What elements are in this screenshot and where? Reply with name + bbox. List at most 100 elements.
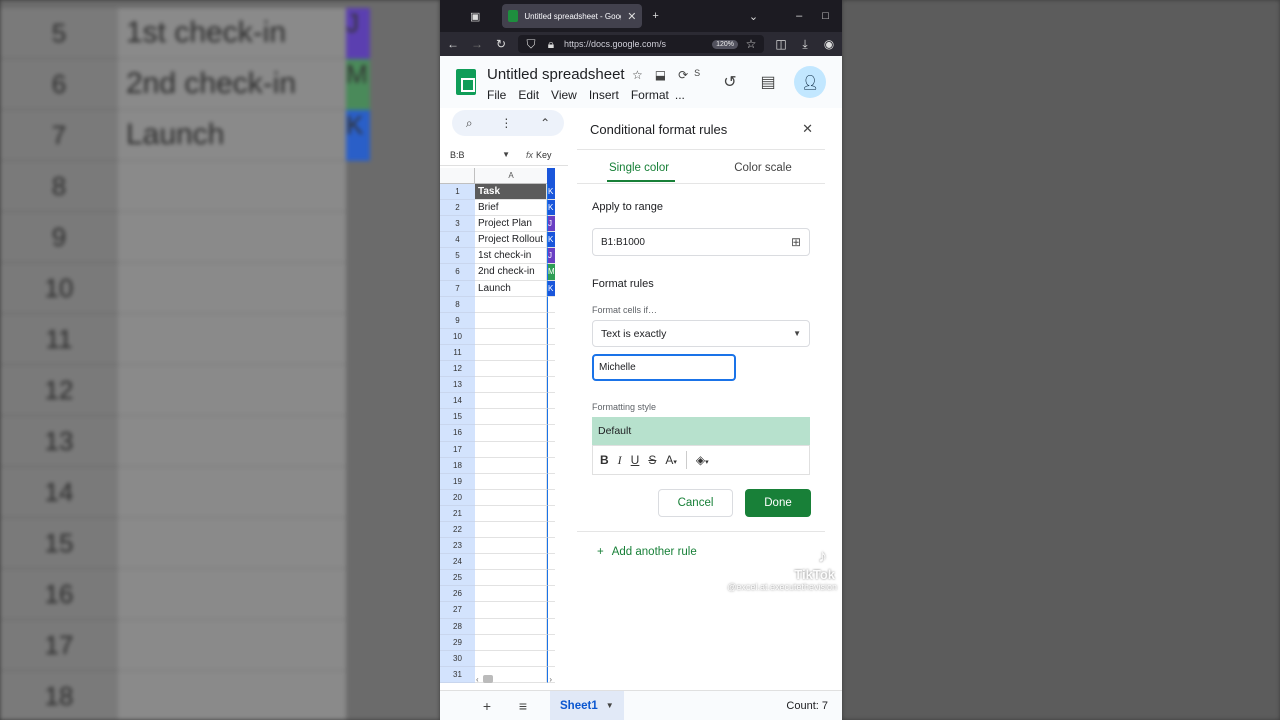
row-header[interactable]: 27 — [440, 602, 475, 619]
italic-icon[interactable]: I — [618, 453, 622, 468]
row-header[interactable]: 28 — [440, 618, 475, 635]
menu-view[interactable]: View — [551, 88, 577, 102]
row-header[interactable]: 6 — [440, 264, 475, 281]
row-header[interactable]: 11 — [440, 344, 475, 362]
row-header[interactable]: 22 — [440, 521, 475, 539]
cell-a[interactable] — [475, 602, 547, 619]
row-header[interactable]: 13 — [440, 377, 475, 394]
sync-status-icon[interactable]: ⟳ — [678, 68, 688, 82]
more-vert-icon[interactable]: ⋮ — [500, 116, 512, 130]
cell-b[interactable] — [547, 425, 555, 442]
cell-b[interactable]: J — [547, 216, 555, 233]
cell-a[interactable] — [475, 505, 547, 522]
cell-a[interactable] — [475, 377, 547, 394]
horizontal-scrollbar[interactable]: ‹ › — [476, 674, 552, 684]
row-header[interactable]: 4 — [440, 232, 475, 249]
cell-b[interactable] — [547, 377, 555, 394]
zoom-badge[interactable]: 120% — [712, 39, 738, 49]
cell-a[interactable] — [475, 554, 547, 571]
tab-list-chevron-icon[interactable]: ⌄ — [749, 10, 758, 23]
download-icon[interactable]: ⤓ — [798, 37, 812, 52]
menu-format[interactable]: Format — [631, 88, 669, 102]
column-header-a[interactable]: A — [475, 168, 547, 184]
row-header[interactable]: 17 — [440, 441, 475, 458]
back-icon[interactable]: ← — [446, 37, 460, 51]
cell-b[interactable] — [547, 538, 555, 555]
fill-color-icon[interactable]: ◈▾ — [696, 453, 709, 467]
cell-a[interactable] — [475, 489, 547, 506]
cell-b[interactable] — [547, 618, 555, 635]
name-box-dropdown-icon[interactable]: ▼ — [502, 150, 510, 160]
row-header[interactable]: 16 — [440, 425, 475, 442]
row-header[interactable]: 19 — [440, 473, 475, 490]
style-preview[interactable]: Default — [592, 417, 810, 445]
menu-file[interactable]: File — [487, 88, 506, 102]
row-header[interactable]: 31 — [440, 666, 475, 683]
row-header[interactable]: 26 — [440, 586, 475, 603]
cell-b[interactable] — [547, 296, 555, 313]
menu-insert[interactable]: Insert — [589, 88, 619, 102]
range-input[interactable]: B1:B1000 ⊞ — [592, 228, 810, 256]
cell-a[interactable] — [475, 425, 547, 442]
cell-b[interactable] — [547, 521, 555, 539]
cell-b[interactable] — [547, 489, 555, 506]
forward-icon[interactable]: → — [470, 37, 484, 51]
search-icon[interactable]: ⌕ — [466, 116, 473, 131]
text-color-icon[interactable]: A▾ — [665, 453, 677, 467]
cell-a[interactable] — [475, 618, 547, 635]
select-range-icon[interactable]: ⊞ — [791, 235, 801, 249]
cell-b[interactable] — [547, 650, 555, 667]
tab-close-icon[interactable]: ✕ — [627, 10, 636, 23]
cell-b[interactable] — [547, 393, 555, 410]
row-header[interactable]: 15 — [440, 409, 475, 426]
comments-icon[interactable]: ▤ — [756, 72, 780, 92]
cell-b[interactable] — [547, 328, 555, 345]
row-header[interactable]: 18 — [440, 457, 475, 474]
cell-b[interactable] — [547, 570, 555, 587]
move-folder-icon[interactable]: ⬓ — [655, 68, 666, 82]
cell-b[interactable] — [547, 554, 555, 571]
row-header[interactable]: 9 — [440, 312, 475, 329]
cell-b[interactable]: K — [547, 280, 555, 297]
bookmark-star-icon[interactable]: ☆ — [744, 37, 758, 51]
column-header-b[interactable] — [547, 168, 555, 184]
cell-b[interactable]: K — [547, 184, 555, 201]
add-another-rule-button[interactable]: + Add another rule — [597, 546, 697, 558]
maximize-icon[interactable]: □ — [822, 10, 829, 22]
row-header[interactable]: 23 — [440, 538, 475, 555]
row-header[interactable]: 14 — [440, 393, 475, 410]
sheet-tab[interactable]: Sheet1 ▼ — [550, 690, 624, 720]
all-sheets-icon[interactable]: ≡ — [508, 698, 538, 714]
row-header[interactable]: 2 — [440, 200, 475, 217]
cell-a[interactable] — [475, 538, 547, 555]
document-title[interactable]: Untitled spreadsheet — [487, 66, 625, 83]
cell-a[interactable] — [475, 521, 547, 539]
version-history-icon[interactable]: ↺ — [718, 72, 742, 92]
cell-a[interactable]: 1st check-in — [475, 248, 547, 265]
cell-a[interactable] — [475, 473, 547, 490]
row-header[interactable]: 1 — [440, 184, 475, 201]
menu-more[interactable]: ... — [675, 88, 685, 102]
cell-a[interactable] — [475, 361, 547, 378]
cell-b[interactable] — [547, 361, 555, 378]
close-icon[interactable]: ✕ — [802, 121, 813, 137]
cell-a[interactable]: Project Plan — [475, 216, 547, 233]
row-header[interactable]: 20 — [440, 489, 475, 506]
select-all-corner[interactable] — [440, 168, 475, 184]
row-header[interactable]: 12 — [440, 361, 475, 378]
row-header[interactable]: 30 — [440, 650, 475, 667]
cell-a[interactable] — [475, 393, 547, 410]
cell-b[interactable] — [547, 457, 555, 474]
cell-b[interactable] — [547, 602, 555, 619]
new-tab-icon[interactable]: + — [652, 10, 658, 22]
cell-b[interactable]: J — [547, 248, 555, 265]
strikethrough-icon[interactable]: S — [648, 453, 656, 467]
reload-icon[interactable]: ↻ — [494, 37, 508, 51]
cell-a[interactable]: Brief — [475, 200, 547, 217]
row-header[interactable]: 24 — [440, 554, 475, 571]
cell-a[interactable]: Project Rollout — [475, 232, 547, 249]
url-text[interactable]: https://docs.google.com/s — [564, 39, 706, 49]
tab-color-scale[interactable]: Color scale — [701, 162, 825, 184]
cell-b[interactable] — [547, 441, 555, 458]
cell-b[interactable]: K — [547, 200, 555, 217]
